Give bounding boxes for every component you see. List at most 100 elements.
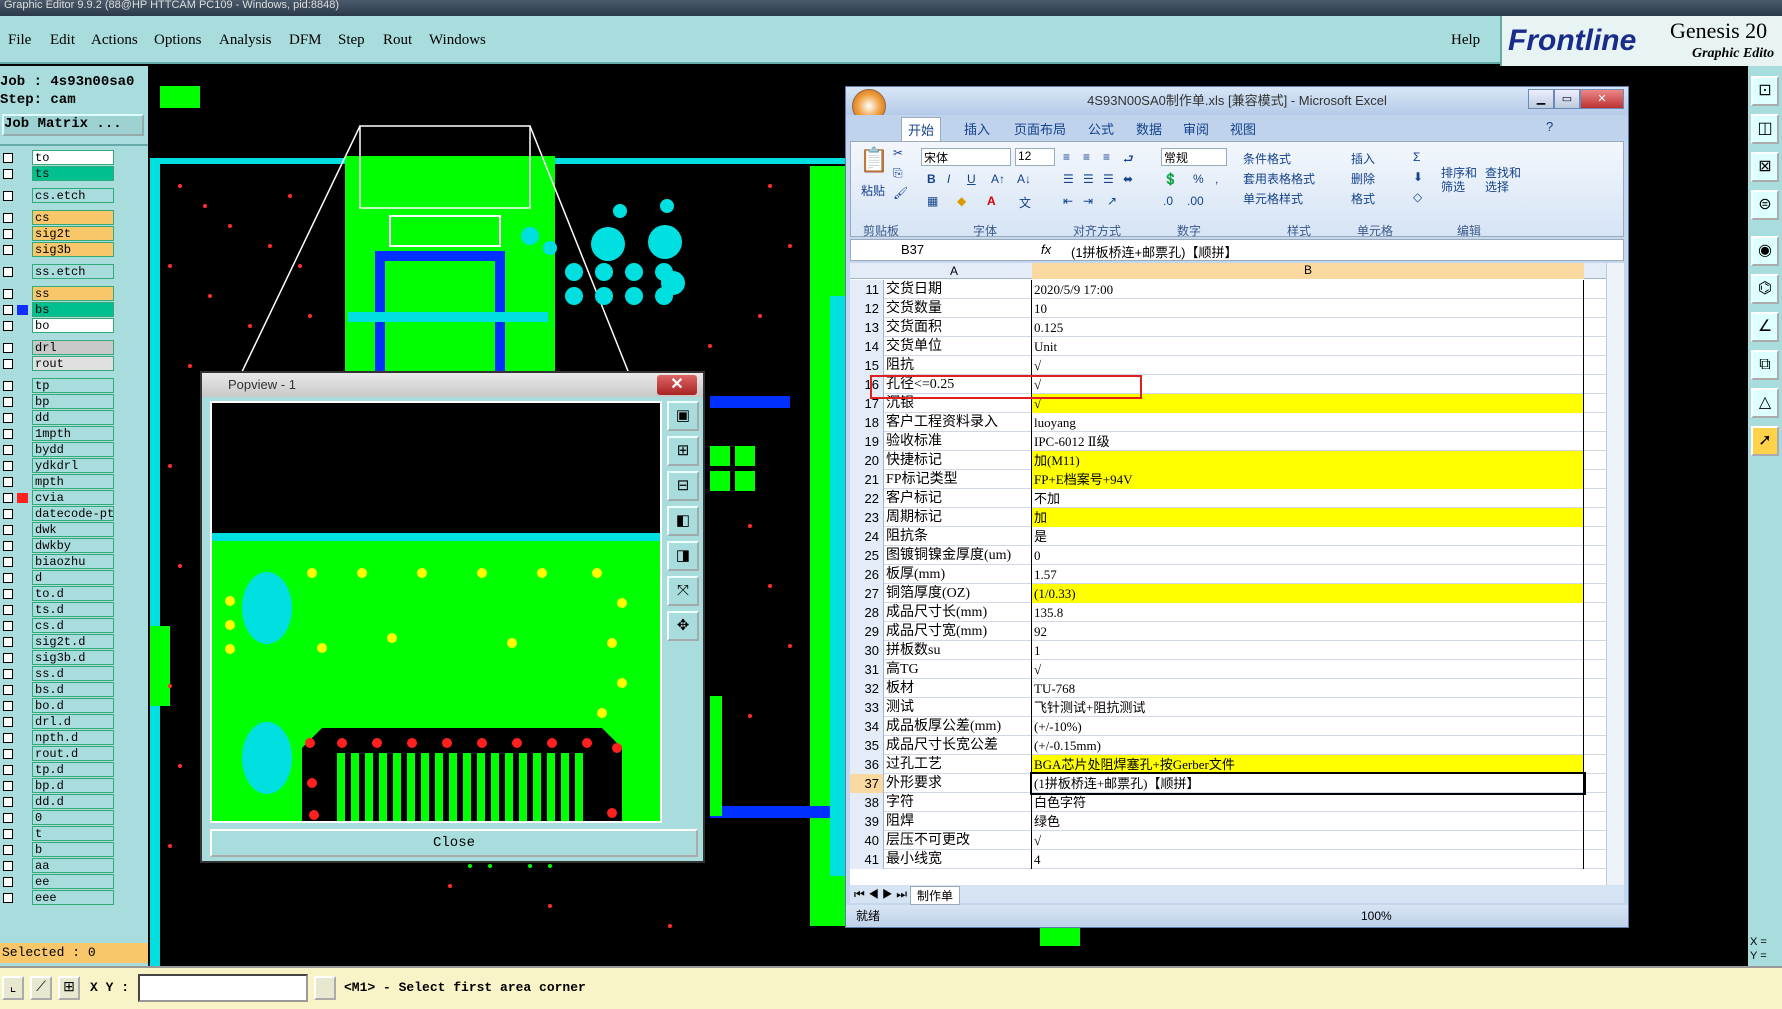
layer-name[interactable]: cs.etch <box>32 188 114 203</box>
layer-name[interactable]: ee <box>32 874 114 889</box>
layer-name[interactable]: biaozhu <box>32 554 114 569</box>
cell-a[interactable]: 交货面积 <box>884 318 1032 337</box>
align-bottom-icon[interactable]: ≡ <box>1103 150 1110 164</box>
align-center-icon[interactable]: ☰ <box>1083 172 1094 186</box>
layer-checkbox[interactable] <box>3 589 13 599</box>
menu-options[interactable]: Options <box>154 32 202 49</box>
row-number[interactable]: 39 <box>850 812 884 831</box>
layer-row[interactable]: bydd <box>0 442 148 457</box>
row-number[interactable]: 23 <box>850 508 884 527</box>
format-cells-button[interactable]: 格式 <box>1351 190 1375 207</box>
tool-net-icon[interactable]: ⌬ <box>1751 274 1779 304</box>
sheet-nav-icon[interactable]: ⏮ ◀ ▶ ⏭ <box>854 887 907 902</box>
layer-row[interactable]: rout <box>0 356 148 371</box>
menu-actions[interactable]: Actions <box>91 32 138 49</box>
layer-affected-box[interactable] <box>17 829 28 839</box>
layer-name[interactable]: ts.d <box>32 602 114 617</box>
layer-affected-box[interactable] <box>17 153 28 163</box>
zoom-level[interactable]: 100% <box>1361 905 1392 927</box>
row-number[interactable]: 31 <box>850 660 884 679</box>
layer-row[interactable]: biaozhu <box>0 554 148 569</box>
popview-close-button[interactable]: Close <box>210 829 698 857</box>
layer-affected-box[interactable] <box>17 589 28 599</box>
layer-row[interactable]: mpth <box>0 474 148 489</box>
conditional-format-button[interactable]: 条件格式 <box>1243 150 1291 167</box>
cell-a[interactable]: 成品尺寸长宽公差 <box>884 736 1032 755</box>
cut-icon[interactable]: ✂ <box>893 146 903 160</box>
layer-row[interactable]: bp <box>0 394 148 409</box>
cell-a[interactable]: 成品尺寸宽(mm) <box>884 622 1032 641</box>
status-toggle-icon[interactable] <box>314 976 336 1000</box>
layer-checkbox[interactable] <box>3 861 13 871</box>
cell-a[interactable]: 成品尺寸长(mm) <box>884 603 1032 622</box>
layer-checkbox[interactable] <box>3 229 13 239</box>
align-right-icon[interactable]: ☰ <box>1103 172 1114 186</box>
borders-icon[interactable]: ▦ <box>927 194 938 208</box>
layer-affected-box[interactable] <box>17 213 28 223</box>
layer-name[interactable]: t <box>32 826 114 841</box>
cell-b[interactable]: IPC-6012 Ⅱ级 <box>1032 432 1584 451</box>
layer-name[interactable]: tp <box>32 378 114 393</box>
layer-affected-box[interactable] <box>17 877 28 887</box>
row-number[interactable]: 32 <box>850 679 884 698</box>
layer-affected-box[interactable] <box>17 845 28 855</box>
row-number[interactable]: 27 <box>850 584 884 603</box>
layer-row[interactable]: tp <box>0 378 148 393</box>
layer-checkbox[interactable] <box>3 893 13 903</box>
layer-row[interactable]: cs.d <box>0 618 148 633</box>
layer-affected-box[interactable] <box>17 413 28 423</box>
format-as-table-button[interactable]: 套用表格格式 <box>1243 170 1315 187</box>
layer-checkbox[interactable] <box>3 717 13 727</box>
cell-b[interactable]: 2020/5/9 17:00 <box>1032 280 1584 299</box>
layer-affected-box[interactable] <box>17 781 28 791</box>
excel-maximize-icon[interactable]: ▭ <box>1554 89 1580 109</box>
layer-name[interactable]: bs.d <box>32 682 114 697</box>
layer-name[interactable]: ss.etch <box>32 264 114 279</box>
cell-a[interactable]: 字符 <box>884 793 1032 812</box>
layer-checkbox[interactable] <box>3 653 13 663</box>
cell-b[interactable]: 4 <box>1032 850 1584 869</box>
layer-name[interactable]: bo <box>32 318 114 333</box>
layer-checkbox[interactable] <box>3 245 13 255</box>
cell-b[interactable]: 10 <box>1032 299 1584 318</box>
layer-row[interactable]: cs <box>0 210 148 225</box>
job-matrix-button[interactable]: Job Matrix ... <box>2 114 144 136</box>
layer-name[interactable]: drl <box>32 340 114 355</box>
increase-decimal-icon[interactable]: .0 <box>1163 194 1173 208</box>
layer-name[interactable]: aa <box>32 858 114 873</box>
layer-name[interactable]: bp <box>32 394 114 409</box>
row-number[interactable]: 38 <box>850 793 884 812</box>
layer-affected-box[interactable] <box>17 621 28 631</box>
cell-a[interactable]: 阻焊 <box>884 812 1032 831</box>
layer-row[interactable]: drl <box>0 340 148 355</box>
row-number[interactable]: 18 <box>850 413 884 432</box>
popview-close-icon[interactable]: ✕ <box>657 375 697 395</box>
cell-b[interactable]: 加 <box>1032 508 1584 527</box>
layer-affected-box[interactable] <box>17 573 28 583</box>
layer-checkbox[interactable] <box>3 765 13 775</box>
tool-measure-icon[interactable]: ⊜ <box>1751 190 1779 220</box>
cell-b[interactable]: √ <box>1032 660 1584 679</box>
row-number[interactable]: 41 <box>850 850 884 869</box>
layer-name[interactable]: to <box>32 150 114 165</box>
layer-row[interactable]: sig2t <box>0 226 148 241</box>
cell-a[interactable]: 最小线宽 <box>884 850 1032 869</box>
layer-checkbox[interactable] <box>3 557 13 567</box>
bold-icon[interactable]: B <box>927 172 936 186</box>
cell-b[interactable]: √ <box>1032 831 1584 850</box>
layer-name[interactable]: drl.d <box>32 714 114 729</box>
layer-checkbox[interactable] <box>3 413 13 423</box>
cell-b[interactable]: Unit <box>1032 337 1584 356</box>
worksheet-grid[interactable]: A B 11 交货日期 2020/5/9 17:00 12 交货数量 10 13 交货面积 0.… <box>850 263 1606 885</box>
layer-name[interactable]: dwk <box>32 522 114 537</box>
layer-checkbox[interactable] <box>3 321 13 331</box>
row-number[interactable]: 30 <box>850 641 884 660</box>
align-top-icon[interactable]: ≡ <box>1063 150 1070 164</box>
layer-checkbox[interactable] <box>3 461 13 471</box>
cell-b[interactable]: 0 <box>1032 546 1584 565</box>
layer-row[interactable]: npth.d <box>0 730 148 745</box>
layer-checkbox[interactable] <box>3 797 13 807</box>
menu-file[interactable]: File <box>8 32 31 49</box>
cell-b[interactable]: 飞针测试+阻抗测试 <box>1032 698 1584 717</box>
menu-help[interactable]: Help <box>1451 32 1480 49</box>
